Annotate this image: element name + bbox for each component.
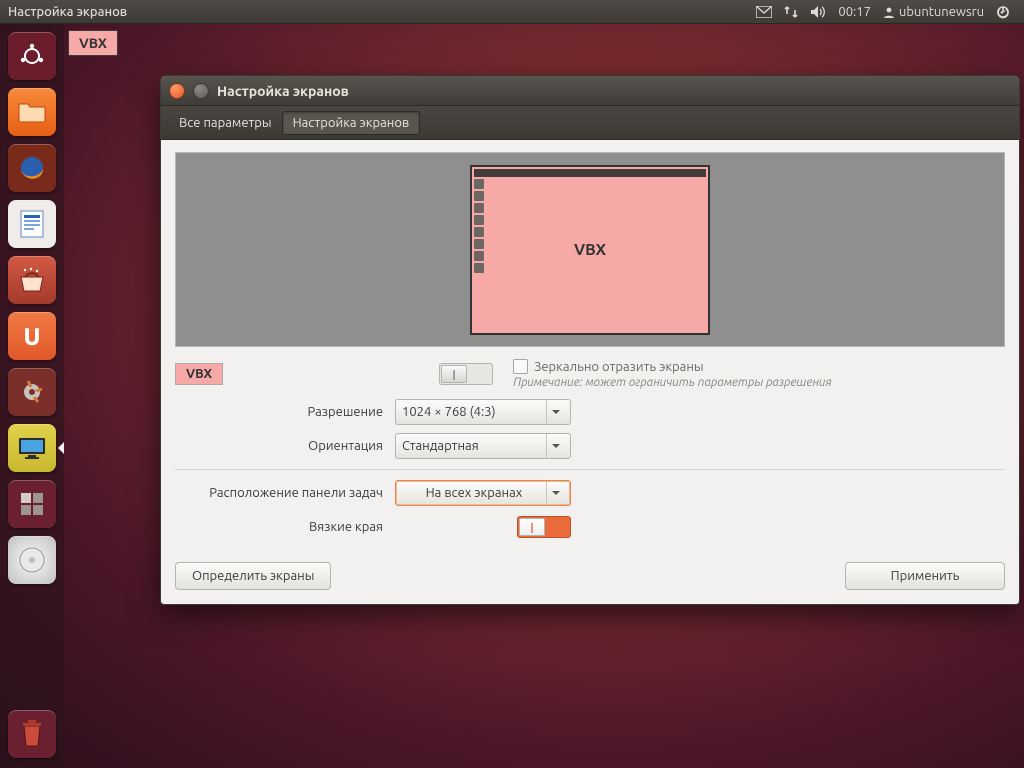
sound-icon[interactable]	[810, 5, 826, 19]
chevron-down-icon	[546, 481, 564, 505]
launcher-workspaces[interactable]	[6, 478, 58, 530]
launcher-placement-value: На всех экранах	[402, 486, 546, 500]
preview-screen-label: VBX	[574, 241, 606, 259]
menubar-title: Настройка экранов	[8, 5, 127, 19]
chevron-down-icon	[546, 434, 564, 458]
resolution-value: 1024 × 768 (4:3)	[402, 405, 496, 419]
mirror-checkbox[interactable]	[513, 359, 528, 374]
network-icon[interactable]	[784, 5, 798, 19]
mail-icon[interactable]	[756, 6, 772, 18]
top-menubar: Настройка экранов 00:17 ubuntunewsru	[0, 0, 1024, 24]
launcher-dash[interactable]	[6, 30, 58, 82]
minimize-icon[interactable]	[193, 83, 209, 99]
apply-button[interactable]: Применить	[845, 562, 1005, 590]
preview-screen[interactable]: VBX	[470, 165, 710, 335]
launcher-placement-select[interactable]: На всех экранах	[395, 480, 571, 506]
launcher-firefox[interactable]	[6, 142, 58, 194]
resolution-label: Разрешение	[175, 405, 395, 419]
breadcrumb-current[interactable]: Настройка экранов	[282, 111, 421, 135]
window-title: Настройка экранов	[217, 83, 349, 99]
mirror-note: Примечание: может ограничить параметры р…	[513, 376, 1005, 389]
breadcrumb-all[interactable]: Все параметры	[169, 112, 282, 134]
display-arrangement-preview[interactable]: VBX	[175, 152, 1005, 347]
detect-displays-button[interactable]: Определить экраны	[175, 562, 331, 590]
selected-display-chip: VBX	[175, 363, 223, 385]
display-enabled-switch[interactable]: |	[439, 363, 493, 385]
divider	[175, 469, 1005, 470]
launcher-ubuntu-one[interactable]: U	[6, 310, 58, 362]
breadcrumb: Все параметры Настройка экранов	[161, 106, 1019, 140]
launcher-disc[interactable]	[6, 534, 58, 586]
clock[interactable]: 00:17	[838, 5, 871, 19]
orientation-value: Стандартная	[402, 439, 479, 453]
mirror-label: Зеркально отразить экраны	[534, 360, 704, 374]
preview-top-panel	[474, 169, 706, 177]
preview-launcher	[474, 179, 484, 331]
displays-settings-window: Настройка экранов Все параметры Настройк…	[160, 75, 1020, 605]
sticky-edges-switch[interactable]: |	[517, 516, 571, 538]
launcher-trash[interactable]	[6, 708, 58, 760]
username: ubuntunewsru	[899, 5, 984, 19]
resolution-select[interactable]: 1024 × 768 (4:3)	[395, 399, 571, 425]
launcher-settings[interactable]	[6, 366, 58, 418]
user-menu[interactable]: ubuntunewsru	[883, 5, 984, 19]
close-icon[interactable]	[169, 83, 185, 99]
launcher-software-center[interactable]	[6, 254, 58, 306]
unity-launcher: U	[0, 24, 64, 768]
launcher-placement-label: Расположение панели задач	[175, 486, 395, 500]
window-titlebar[interactable]: Настройка экранов	[161, 76, 1019, 106]
orientation-label: Ориентация	[175, 439, 395, 453]
power-icon[interactable]	[996, 5, 1010, 19]
orientation-select[interactable]: Стандартная	[395, 433, 571, 459]
launcher-writer[interactable]	[6, 198, 58, 250]
chevron-down-icon	[546, 400, 564, 424]
desktop-monitor-badge: VBX	[68, 30, 118, 56]
launcher-displays[interactable]	[6, 422, 58, 474]
launcher-files[interactable]	[6, 86, 58, 138]
sticky-edges-label: Вязкие края	[175, 520, 395, 534]
